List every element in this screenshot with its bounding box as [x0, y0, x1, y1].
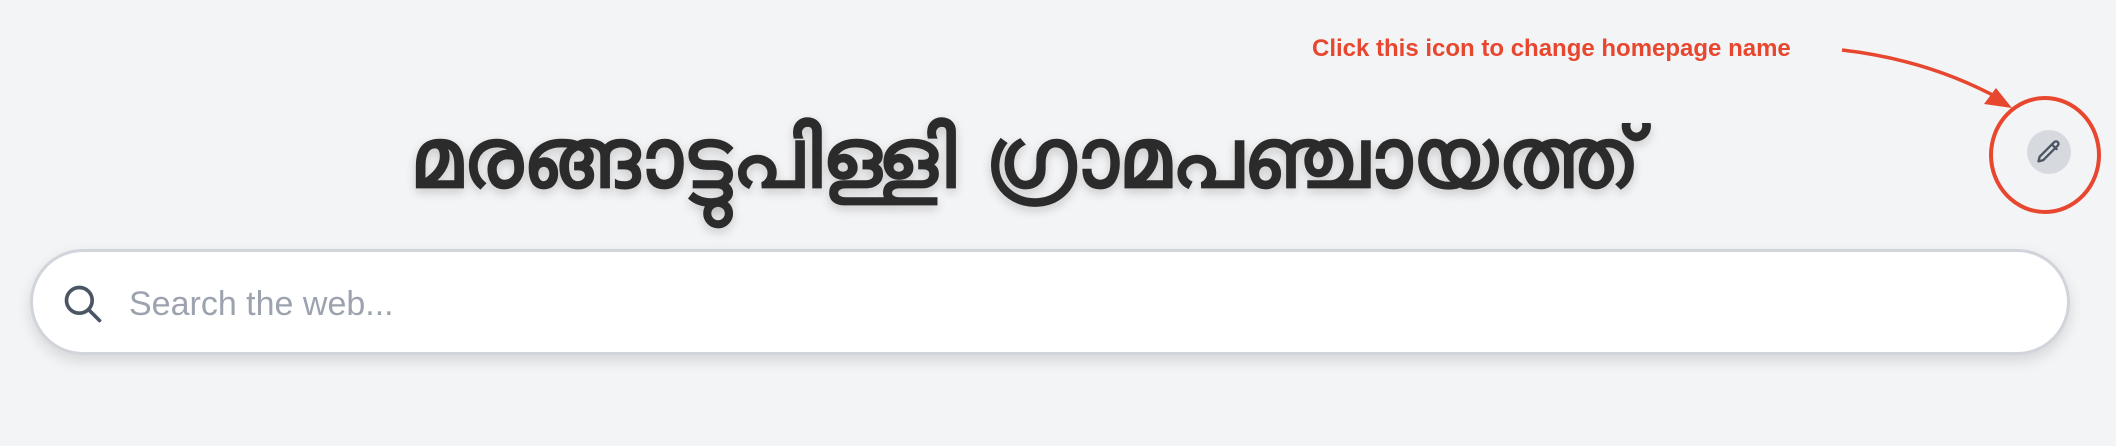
search-input[interactable]: [127, 272, 2031, 336]
search-icon: [64, 285, 102, 323]
annotation-arrow-line: [1841, 48, 2003, 102]
annotation-label: Click this icon to change homepage name: [1312, 35, 1791, 62]
search-bar[interactable]: [30, 249, 2070, 355]
annotation-arrow-head: [1984, 88, 2012, 108]
page-title: മരങ്ങാട്ടുപിള്ളി ഗ്രാമപഞ്ചായത്ത്: [409, 109, 1641, 207]
annotation-arrow: [1841, 48, 2101, 214]
pencil-icon: [2037, 140, 2060, 163]
edit-homepage-name-button[interactable]: [2027, 130, 2071, 174]
